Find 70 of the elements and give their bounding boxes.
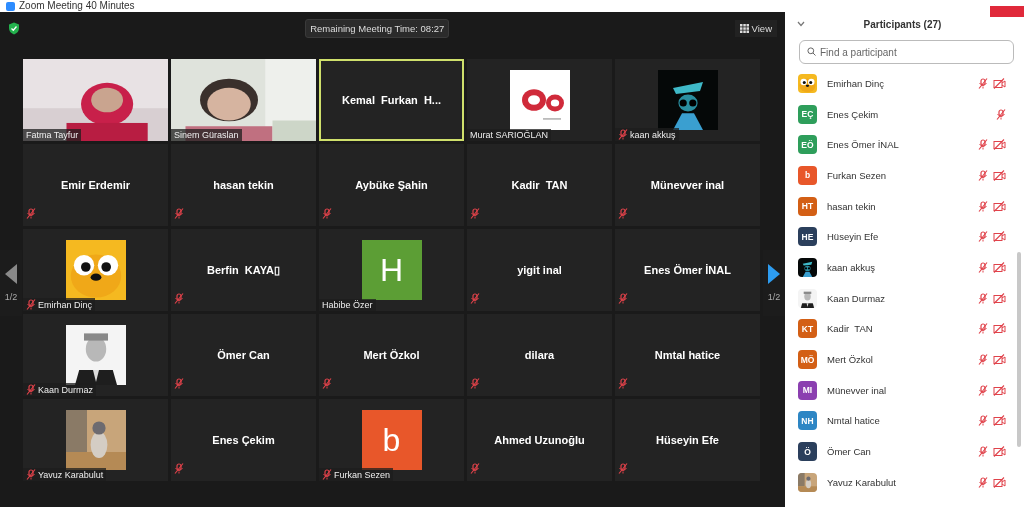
- participant-row[interactable]: MÖ Mert Özkol: [798, 344, 1006, 375]
- name-label: Habibe Özer: [319, 299, 376, 311]
- participant-name: Nmtal hatice: [654, 349, 721, 361]
- participant-row[interactable]: Ö Ömer Can: [798, 436, 1006, 467]
- name-label: Emirhan Dinç: [23, 298, 96, 311]
- name-label: Furkan Sezen: [319, 468, 394, 481]
- participant-name: hasan tekin: [827, 200, 877, 212]
- participant-name: Kemal Furkan H...: [342, 94, 441, 106]
- name-label: Fatma Tayfur: [23, 129, 82, 141]
- participant-name: Berfin KAYA▯: [206, 263, 280, 277]
- participant-name: Kadir TAN: [511, 179, 568, 191]
- search-field[interactable]: Find a participant: [799, 40, 1014, 64]
- participant-name: Emir Erdemir: [60, 179, 131, 191]
- participant-name: Aybüke Şahin: [355, 179, 428, 191]
- meeting-timer: Remaining Meeting Time: 08:27: [305, 18, 450, 38]
- participant-name: Enes Ömer İNAL: [827, 139, 900, 151]
- participant-row[interactable]: Emirhan Dinç: [798, 68, 1006, 99]
- participant-name: Kadir TAN: [827, 323, 874, 335]
- name-label: kaan akkuş: [615, 128, 679, 141]
- window-title: Zoom Meeting 40 Minutes: [19, 0, 135, 12]
- participant-row[interactable]: MI Münevver inal: [798, 374, 1006, 406]
- participant-name: Ömer Can: [827, 446, 872, 458]
- participant-name: Enes Çekim: [212, 434, 275, 446]
- panel-title: Participants (27): [862, 18, 943, 30]
- participant-name: Hüseyin Efe: [656, 434, 719, 446]
- participant-row[interactable]: Yavuz Karabulut: [798, 466, 1006, 498]
- initials-avatar: EÖ: [798, 135, 817, 155]
- participant-name: Ömer Can: [217, 349, 270, 361]
- participant-row[interactable]: b Furkan Sezen: [798, 160, 1006, 191]
- initials-avatar: HE: [798, 227, 817, 247]
- name-label: Sinem Güraslan: [171, 129, 242, 141]
- initials-avatar: MI: [798, 380, 817, 400]
- participant-name: Furkan Sezen: [827, 169, 888, 181]
- participant-name: Ahmed Uzunoğlu: [494, 434, 585, 446]
- participant-name: Enes Ömer İNAL: [644, 264, 731, 276]
- initials-avatar: Ö: [798, 442, 817, 462]
- participant-row[interactable]: KT Kadir TAN: [798, 313, 1006, 345]
- initials-avatar: EÇ: [798, 104, 817, 124]
- participant-name: kaan akkuş: [827, 261, 877, 273]
- name-label: Yavuz Karabulut: [23, 468, 107, 481]
- participant-name: Münevver inal: [827, 384, 888, 396]
- participant-row[interactable]: HE Hüseyin Efe: [798, 221, 1006, 253]
- participant-row[interactable]: EÇ Enes Çekim: [798, 98, 1006, 130]
- participant-name: Emirhan Dinç: [827, 77, 886, 89]
- letter-avatar: H: [361, 240, 422, 300]
- participant-row[interactable]: NH Nmtal hatice: [798, 405, 1006, 437]
- participant-name: Münevver inal: [650, 179, 725, 191]
- participant-name: hasan tekin: [213, 179, 274, 191]
- initials-avatar: b: [798, 165, 817, 185]
- participant-name: yigit inal: [517, 264, 562, 276]
- participant-row[interactable]: Kaan Durmaz: [798, 282, 1006, 314]
- participant-row[interactable]: EÖ Enes Ömer İNAL: [798, 129, 1006, 161]
- participant-name: Enes Çekim: [827, 108, 880, 120]
- participant-name: dilara: [524, 349, 555, 361]
- view-button[interactable]: View: [734, 19, 777, 37]
- participant-row[interactable]: HT hasan tekin: [798, 190, 1006, 222]
- participant-name: Kaan Durmaz: [827, 292, 887, 304]
- name-label: Murat SARIOĞLAN: [467, 129, 552, 141]
- participant-name: Yavuz Karabulut: [827, 476, 897, 488]
- initials-avatar: KT: [798, 319, 817, 339]
- initials-avatar: NH: [798, 411, 817, 431]
- participant-name: Nmtal hatice: [827, 415, 881, 427]
- initials-avatar: MÖ: [798, 350, 817, 370]
- participant-name: Hüseyin Efe: [827, 231, 880, 243]
- participant-row[interactable]: kaan akkuş: [798, 252, 1006, 283]
- letter-avatar: b: [361, 410, 422, 470]
- initials-avatar: HT: [798, 196, 817, 216]
- participant-name: Mert Özkol: [827, 354, 874, 366]
- name-label: Kaan Durmaz: [23, 383, 97, 396]
- participant-name: Mert Özkol: [363, 349, 420, 361]
